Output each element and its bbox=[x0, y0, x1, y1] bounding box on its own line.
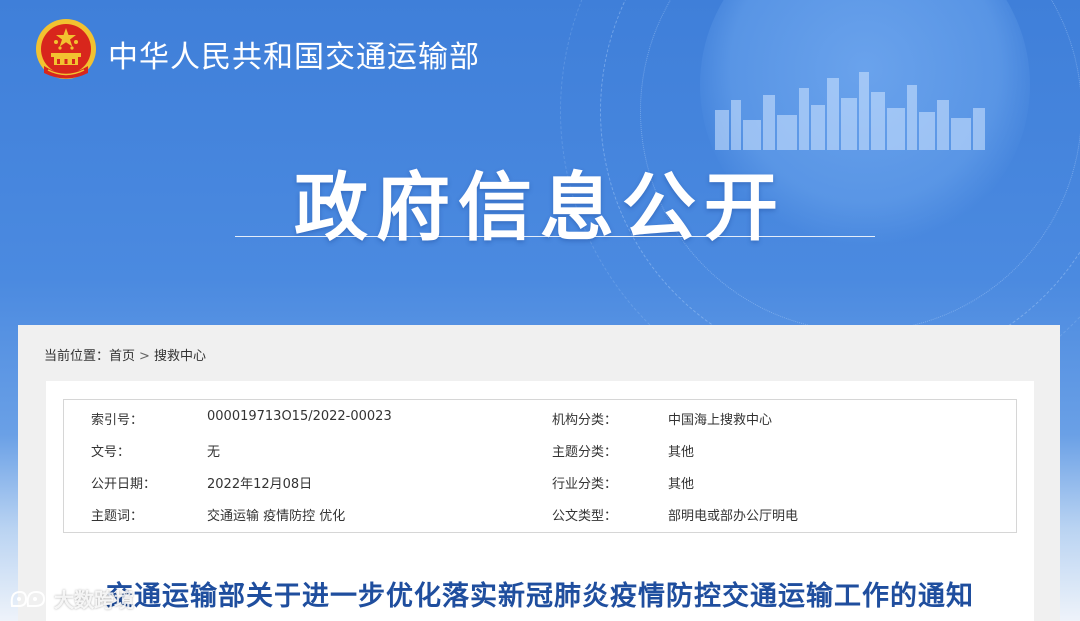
national-emblem-icon bbox=[36, 19, 96, 79]
metadata-value: 交通运输 疫情防控 优化 bbox=[207, 509, 346, 524]
metadata-value: 中国海上搜救中心 bbox=[668, 413, 773, 428]
watermark-logo-icon bbox=[10, 590, 46, 607]
breadcrumb-label: 当前位置： bbox=[44, 349, 110, 364]
banner-title: 政府信息公开 bbox=[294, 165, 786, 251]
metadata-row: 索引号： 000019713O15/2022-00023 机构分类： 中国海上搜… bbox=[64, 400, 1016, 432]
metadata-key: 公开日期： bbox=[91, 477, 157, 492]
breadcrumb: 当前位置：首页 > 搜救中心 bbox=[44, 345, 206, 364]
metadata-key: 主题分类： bbox=[552, 445, 618, 460]
metadata-key: 机构分类： bbox=[552, 413, 618, 428]
metadata-key: 索引号： bbox=[91, 413, 144, 428]
metadata-row: 主题词： 交通运输 疫情防控 优化 公文类型： 部明电或部办公厅明电 bbox=[64, 496, 1016, 528]
metadata-value: 部明电或部办公厅明电 bbox=[668, 509, 799, 524]
metadata-row: 公开日期： 2022年12月08日 行业分类： 其他 bbox=[64, 464, 1016, 496]
metadata-table: 索引号： 000019713O15/2022-00023 机构分类： 中国海上搜… bbox=[63, 399, 1017, 533]
metadata-key: 行业分类： bbox=[552, 477, 618, 492]
watermark-text: 大数跨境 bbox=[54, 588, 134, 612]
metadata-value: 000019713O15/2022-00023 bbox=[207, 409, 392, 424]
metadata-value: 2022年12月08日 bbox=[207, 477, 313, 492]
breadcrumb-separator: > bbox=[139, 349, 150, 364]
breadcrumb-home-link[interactable]: 首页 bbox=[109, 349, 135, 364]
document-title: 交通运输部关于进一步优化落实新冠肺炎疫情防控交通运输工作的通知 bbox=[106, 581, 974, 612]
metadata-row: 文号： 无 主题分类： 其他 bbox=[64, 432, 1016, 464]
banner-divider bbox=[235, 236, 875, 237]
ministry-name[interactable]: 中华人民共和国交通运输部 bbox=[108, 32, 480, 76]
metadata-value: 其他 bbox=[668, 477, 695, 492]
metadata-key: 公文类型： bbox=[552, 509, 618, 524]
watermark: 大数跨境 bbox=[8, 584, 134, 613]
breadcrumb-search-rescue-link[interactable]: 搜救中心 bbox=[154, 349, 206, 364]
metadata-value: 其他 bbox=[668, 445, 695, 460]
metadata-key: 主题词： bbox=[91, 509, 144, 524]
metadata-key: 文号： bbox=[91, 445, 131, 460]
city-skyline-icon bbox=[715, 72, 985, 150]
metadata-value: 无 bbox=[207, 445, 221, 460]
